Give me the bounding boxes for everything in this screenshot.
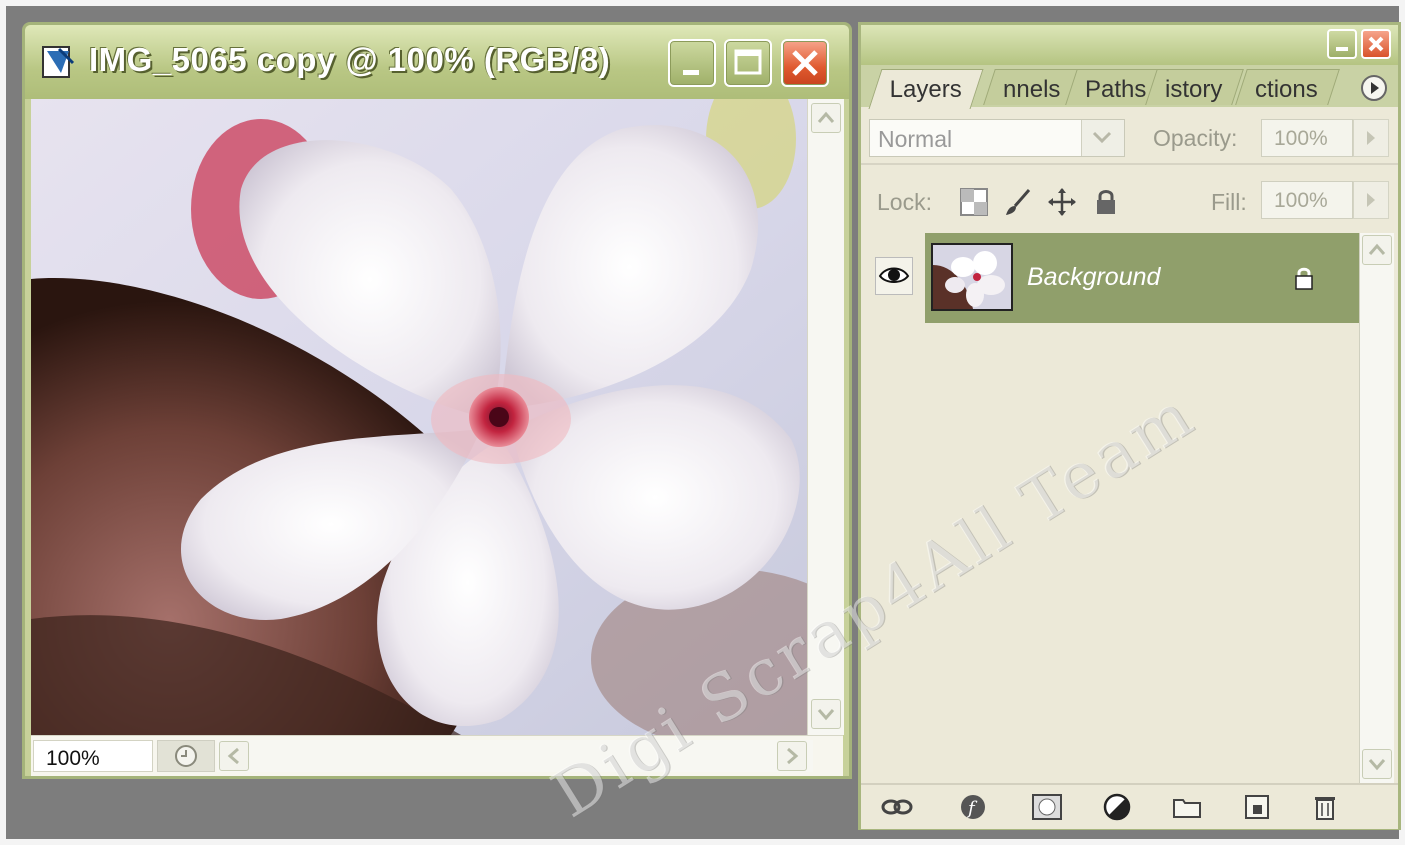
chevron-right-icon	[787, 747, 799, 765]
palette-minimize-button[interactable]	[1327, 29, 1357, 59]
photoshop-document-icon	[42, 46, 75, 78]
scroll-right-button[interactable]	[777, 741, 807, 771]
flower-photo	[31, 99, 807, 735]
layer-selected-highlight[interactable]: Background	[925, 233, 1359, 323]
minimize-icon	[1336, 47, 1348, 51]
tab-actions-label: ctions	[1255, 76, 1318, 103]
lock-label: Lock:	[877, 189, 932, 215]
triangle-right-icon	[1367, 193, 1375, 207]
blend-mode-value: Normal	[878, 126, 953, 152]
tab-channels-label: nnels	[1003, 76, 1061, 103]
chevron-up-icon	[817, 111, 835, 123]
maximize-button[interactable]	[724, 39, 772, 87]
divider	[861, 163, 1398, 165]
status-menu-icon	[175, 745, 197, 767]
layer-visibility-toggle[interactable]	[875, 257, 913, 295]
scroll-up-button[interactable]	[811, 103, 841, 133]
palette-titlebar[interactable]	[861, 25, 1398, 65]
layer-locked-icon	[1295, 267, 1313, 290]
layers-palette: Layers nnels Paths istory ctions Normal …	[858, 22, 1401, 830]
opacity-label: Opacity:	[1153, 125, 1238, 151]
new-layer-icon[interactable]	[1241, 793, 1273, 821]
opacity-slider-button[interactable]	[1353, 119, 1389, 157]
close-button[interactable]	[781, 39, 829, 87]
layer-name: Background	[1027, 263, 1161, 291]
padlock-icon[interactable]	[1091, 187, 1121, 217]
chevron-down-icon	[817, 709, 835, 721]
layer-style-icon[interactable]: f	[957, 793, 989, 821]
scroll-left-button[interactable]	[219, 741, 249, 771]
tab-history[interactable]: istory	[1145, 69, 1245, 105]
link-icon[interactable]	[881, 793, 913, 821]
brush-lock-icon[interactable]	[1003, 187, 1033, 217]
palette-menu-button[interactable]	[1361, 75, 1387, 101]
maximize-icon	[734, 49, 762, 75]
fill-slider-button[interactable]	[1353, 181, 1389, 219]
layers-list: Background	[867, 233, 1359, 789]
fill-field[interactable]: 100%	[1261, 181, 1353, 219]
scroll-down-button[interactable]	[811, 699, 841, 729]
palette-close-button[interactable]	[1361, 29, 1391, 59]
zoom-level-field[interactable]: 100%	[33, 740, 153, 772]
triangle-right-icon	[1371, 82, 1379, 94]
chevron-left-icon	[227, 747, 239, 765]
document-status-bar: 100%	[31, 735, 843, 776]
blend-options-row: Normal Opacity: 100%	[869, 115, 1390, 159]
document-titlebar[interactable]: IMG_5065 copy @ 100% (RGB/8)	[25, 25, 849, 99]
triangle-right-icon	[1367, 131, 1375, 145]
close-icon	[792, 50, 818, 76]
layer-thumbnail-image	[933, 245, 1011, 309]
chevron-down-icon	[1092, 131, 1112, 144]
blend-mode-dropdown-button[interactable]	[1081, 120, 1124, 156]
folder-icon[interactable]	[1171, 793, 1203, 821]
chevron-down-icon	[1368, 759, 1386, 771]
fill-label: Fill:	[1211, 189, 1247, 215]
opacity-field[interactable]: 100%	[1261, 119, 1353, 157]
tab-layers-label: Layers	[889, 76, 962, 103]
palette-footer: f	[861, 783, 1398, 829]
tab-actions[interactable]: ctions	[1235, 69, 1340, 105]
document-title: IMG_5065 copy @ 100% (RGB/8)	[89, 41, 611, 78]
document-horizontal-scrollbar[interactable]	[217, 740, 813, 772]
mask-icon[interactable]	[1031, 793, 1063, 821]
layer-row[interactable]: Background	[867, 233, 1359, 323]
layers-scroll-down-button[interactable]	[1362, 749, 1392, 779]
chevron-up-icon	[1368, 243, 1386, 255]
blend-mode-select[interactable]: Normal	[869, 119, 1125, 157]
minimize-button[interactable]	[668, 39, 716, 87]
status-info-button[interactable]	[157, 740, 215, 772]
layers-scroll-up-button[interactable]	[1362, 235, 1392, 265]
close-icon	[1368, 36, 1384, 52]
layers-vertical-scrollbar[interactable]	[1359, 233, 1394, 789]
trash-icon[interactable]	[1309, 793, 1341, 821]
eye-icon	[878, 267, 910, 283]
tab-paths-label: Paths	[1085, 76, 1147, 103]
tab-layers[interactable]: Layers	[868, 69, 984, 109]
minimize-icon	[683, 70, 699, 75]
document-vertical-scrollbar[interactable]	[807, 99, 844, 735]
adjustment-layer-icon[interactable]	[1101, 793, 1133, 821]
layer-thumbnail	[931, 243, 1013, 311]
palette-tabs: Layers nnels Paths istory ctions	[861, 65, 1398, 109]
document-window: IMG_5065 copy @ 100% (RGB/8) 100%	[22, 22, 852, 779]
transparency-lock-icon[interactable]	[959, 187, 989, 217]
move-lock-icon[interactable]	[1047, 187, 1077, 217]
image-canvas[interactable]	[31, 99, 807, 735]
tab-history-label: istory	[1165, 76, 1223, 103]
layer-visibility-cell[interactable]	[867, 233, 926, 323]
